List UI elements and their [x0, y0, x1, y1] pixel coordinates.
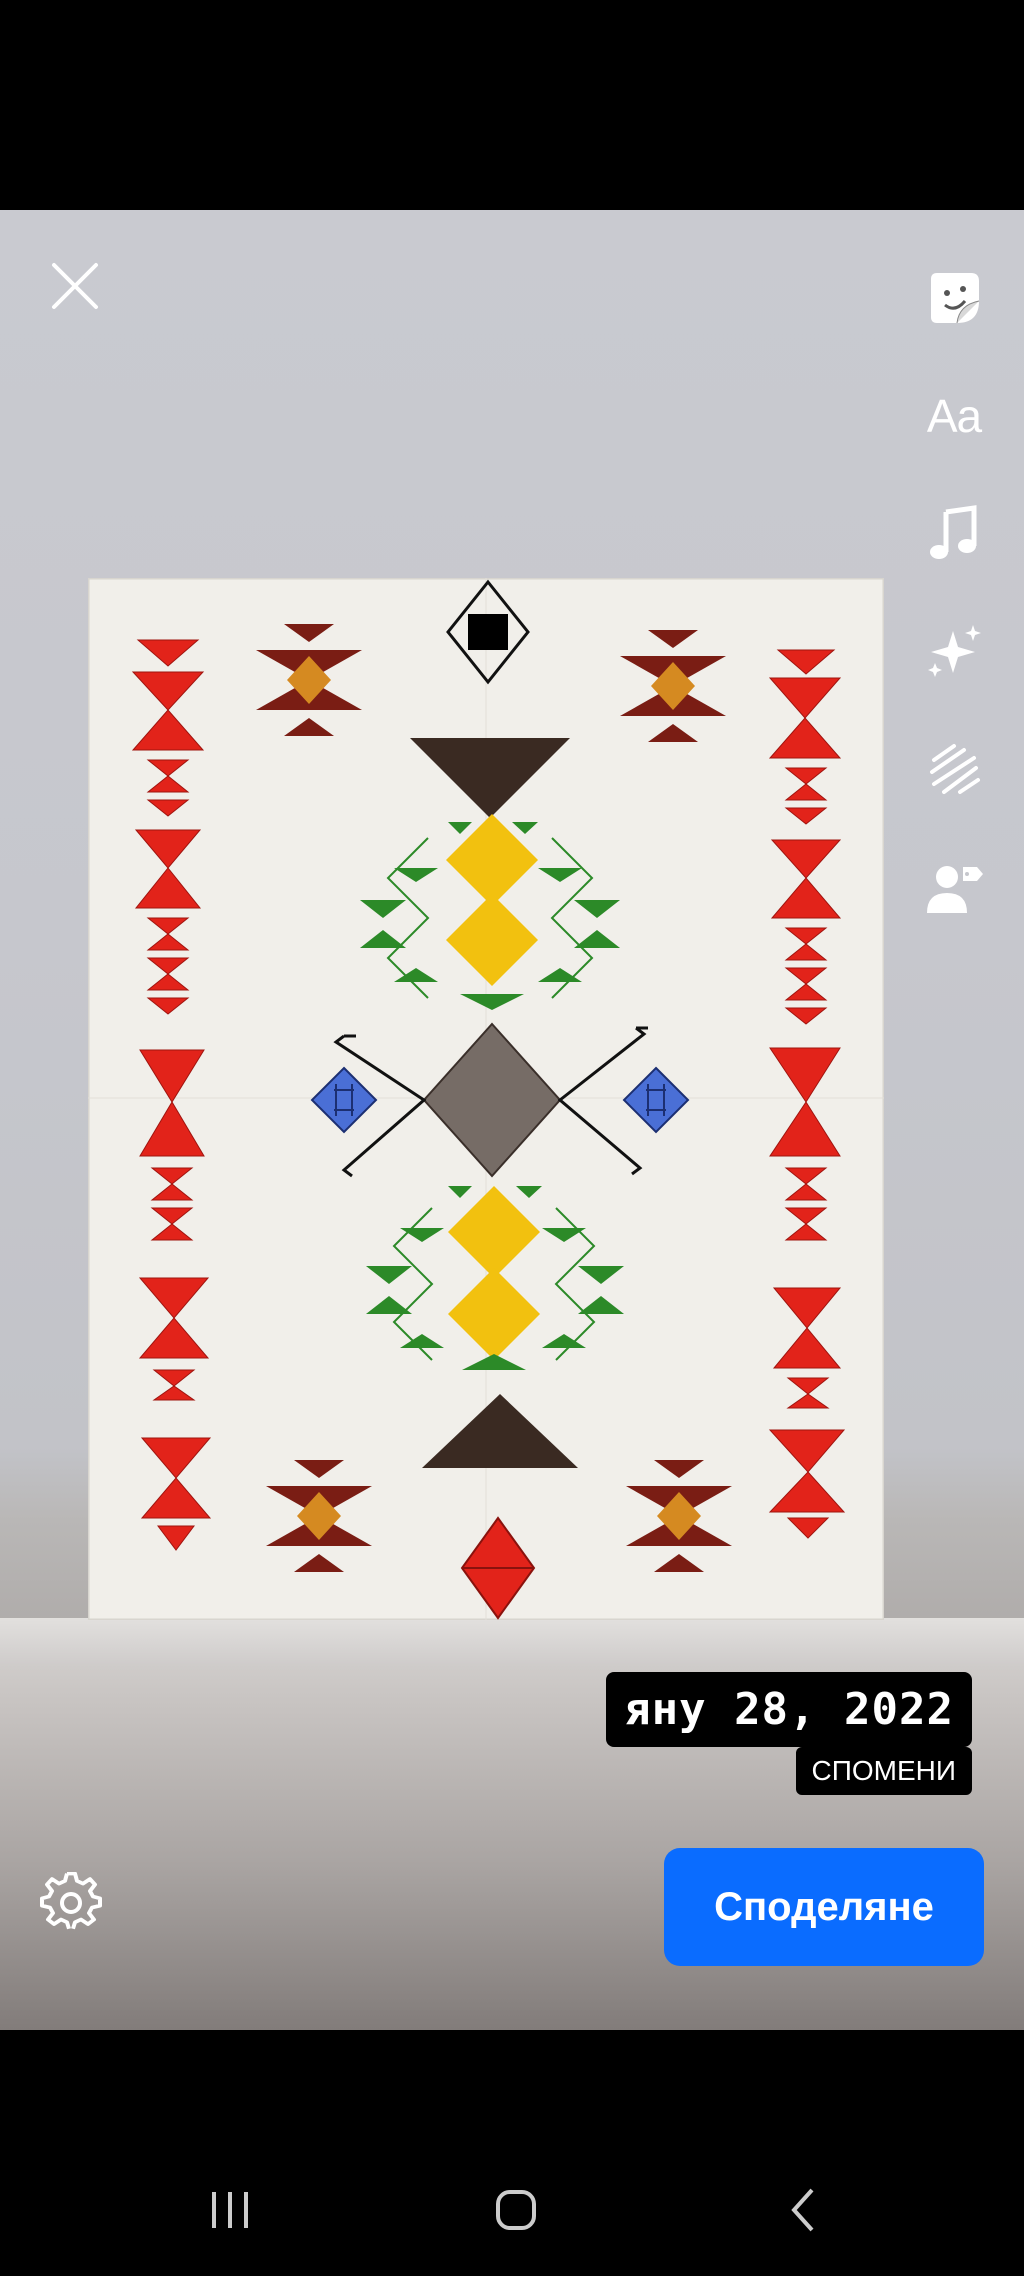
recent-apps-button[interactable]	[200, 2180, 260, 2240]
painting-canvas	[88, 578, 884, 1620]
back-icon	[791, 2188, 814, 2232]
home-icon	[496, 2190, 536, 2230]
top-black-bar	[0, 0, 1024, 210]
settings-button[interactable]	[40, 1871, 102, 1934]
text-tool-label: Aa	[926, 390, 982, 442]
editing-toolbar: Aa	[918, 262, 990, 970]
gear-icon	[40, 1871, 102, 1930]
effects-icon	[928, 625, 981, 677]
close-icon	[52, 263, 98, 309]
recent-apps-icon	[212, 2192, 248, 2228]
tag-people-icon	[927, 866, 983, 913]
sticker-icon	[931, 273, 980, 324]
text-tool-button[interactable]: Aa	[918, 380, 990, 452]
music-button[interactable]	[918, 498, 990, 570]
scribble-button[interactable]	[918, 734, 990, 806]
effects-button[interactable]	[918, 616, 990, 688]
home-button[interactable]	[486, 2180, 546, 2240]
tag-people-button[interactable]	[918, 852, 990, 924]
back-button[interactable]	[772, 2180, 832, 2240]
music-icon	[930, 505, 977, 559]
sticker-button[interactable]	[918, 262, 990, 334]
share-button[interactable]: Споделяне	[664, 1848, 984, 1966]
close-button[interactable]	[44, 255, 106, 317]
memory-date-sticker[interactable]: яну 28, 2022 СПОМЕНИ	[606, 1672, 972, 1795]
shelf-edge	[0, 1618, 1024, 1664]
memory-date: яну 28, 2022	[606, 1672, 972, 1747]
memory-label: СПОМЕНИ	[795, 1747, 972, 1795]
scribble-icon	[930, 744, 980, 794]
